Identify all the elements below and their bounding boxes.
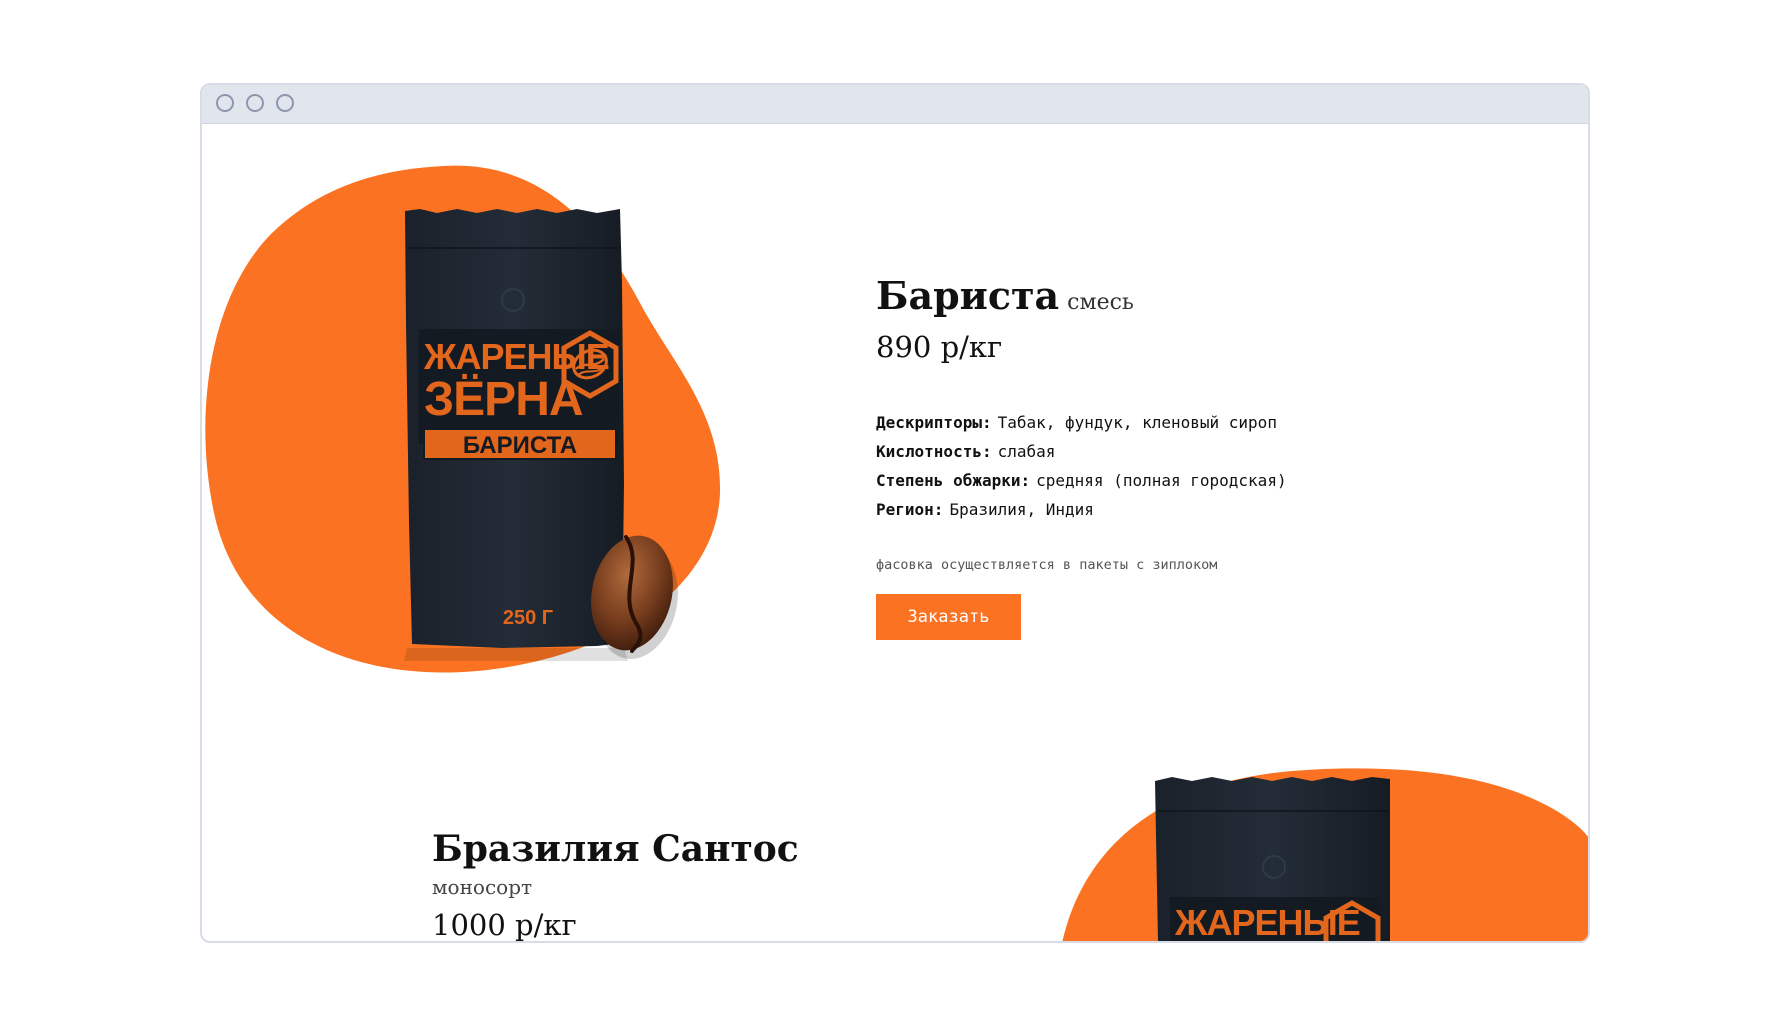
packing-note: фасовка осуществляется в пакеты с зиплок… [876, 557, 1218, 573]
product2-image: ЖАРЕНЫЕ [1062, 768, 1588, 941]
product-price: 890 р/кг [876, 330, 1003, 364]
window-maximize-dot-icon[interactable] [276, 94, 294, 112]
spec-value: Табак, фундук, кленовый сироп [997, 413, 1277, 432]
spec-row-descriptors: Дескрипторы: Табак, фундук, кленовый сиро… [876, 408, 1287, 437]
product-title: Бариста смесь [876, 273, 1134, 318]
spec-key: Регион: [876, 500, 944, 519]
spec-value: слабая [997, 442, 1056, 461]
spec-key: Кислотность: [876, 442, 992, 461]
product2-bag-brand: ЖАРЕНЫЕ [1174, 902, 1360, 941]
window-close-dot-icon[interactable] [216, 94, 234, 112]
product-type: смесь [1067, 290, 1134, 315]
browser-window: ЖАРЕНЫЕ ЗЁРНА БАРИСТА 250 Г Бариста смес… [200, 83, 1590, 943]
spec-key: Дескрипторы: [876, 413, 992, 432]
page-viewport: ЖАРЕНЫЕ ЗЁРНА БАРИСТА 250 Г Бариста смес… [202, 123, 1588, 941]
product-name: Бариста [876, 273, 1060, 318]
product-image: ЖАРЕНЫЕ ЗЁРНА БАРИСТА 250 Г [205, 165, 721, 673]
spec-value: Бразилия, Индия [949, 500, 1094, 519]
window-minimize-dot-icon[interactable] [246, 94, 264, 112]
order-button[interactable]: Заказать [876, 594, 1021, 640]
spec-key: Степень обжарки: [876, 471, 1031, 490]
spec-value: средняя (полная городская) [1036, 471, 1287, 490]
browser-titlebar [202, 85, 1588, 124]
product2-price: 1000 р/кг [432, 908, 577, 941]
spec-row-region: Регион: Бразилия, Индия [876, 495, 1287, 524]
product2-type: моносорт [432, 875, 533, 899]
product-specs: Дескрипторы: Табак, фундук, кленовый сиро… [876, 408, 1287, 524]
spec-row-acidity: Кислотность: слабая [876, 437, 1287, 466]
bag-name-label: БАРИСТА [463, 432, 577, 459]
spec-row-roast: Степень обжарки: средняя (полная городска… [876, 466, 1287, 495]
product2-name: Бразилия Сантос [432, 828, 799, 870]
bag-brand-line1: ЖАРЕНЫЕ [423, 336, 609, 377]
bag-weight-label: 250 Г [503, 607, 553, 629]
bag-brand-line2: ЗЁРНА [424, 373, 583, 426]
